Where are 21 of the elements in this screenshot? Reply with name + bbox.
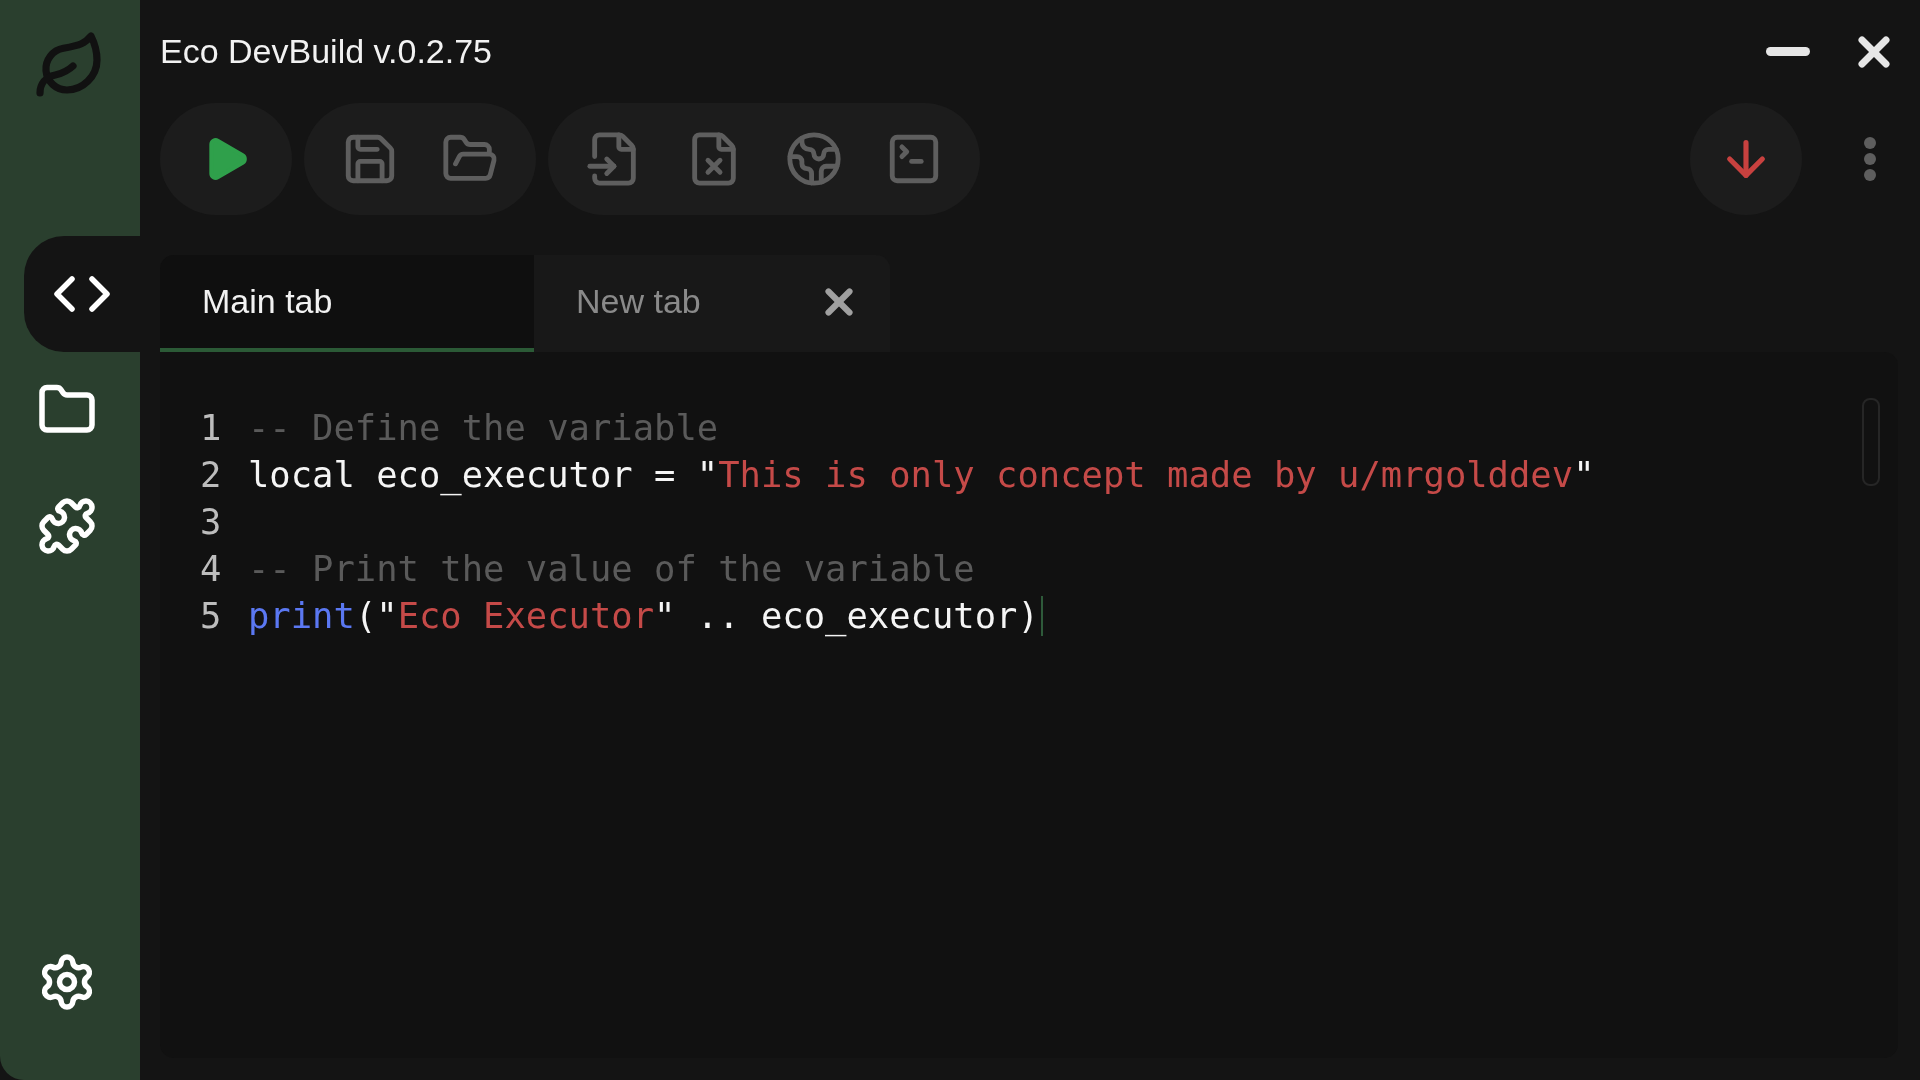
line-number: 3 xyxy=(200,500,223,544)
code-line: print("Eco Executor" .. eco_executor) xyxy=(248,592,1043,639)
editor-tab[interactable]: Main tab xyxy=(160,255,534,352)
globe-icon xyxy=(785,130,843,188)
sidebar-item-active[interactable] xyxy=(24,236,140,352)
line-number: 5 xyxy=(200,594,223,638)
more-menu-button[interactable] xyxy=(1864,137,1876,181)
line-number: 2 xyxy=(200,453,223,497)
line-number: 4 xyxy=(200,547,223,591)
minimize-icon xyxy=(1766,47,1810,56)
more-icon xyxy=(1864,137,1876,181)
code-line: local eco_executor = "This is only concept made by u/mrgolddev" xyxy=(248,453,1595,498)
editor-tab[interactable]: New tab xyxy=(534,255,890,352)
code-line: -- Print the value of the variable xyxy=(248,547,975,591)
code-editor[interactable]: 1 -- Define the variable 2 local eco_executor = "This is only concept made by u/mrgolddev" 3 4 -- Print the value of the variable 5 print("Eco Executor" .. eco_executor) xyxy=(160,352,1898,1058)
text-cursor xyxy=(1040,595,1043,636)
window-title: Eco DevBuild v.0.2.75 xyxy=(160,32,493,71)
puzzle-icon xyxy=(37,496,97,556)
minimize-button[interactable] xyxy=(1766,47,1810,56)
line-number: 1 xyxy=(200,406,223,450)
code-line: -- Define the variable xyxy=(248,406,719,450)
